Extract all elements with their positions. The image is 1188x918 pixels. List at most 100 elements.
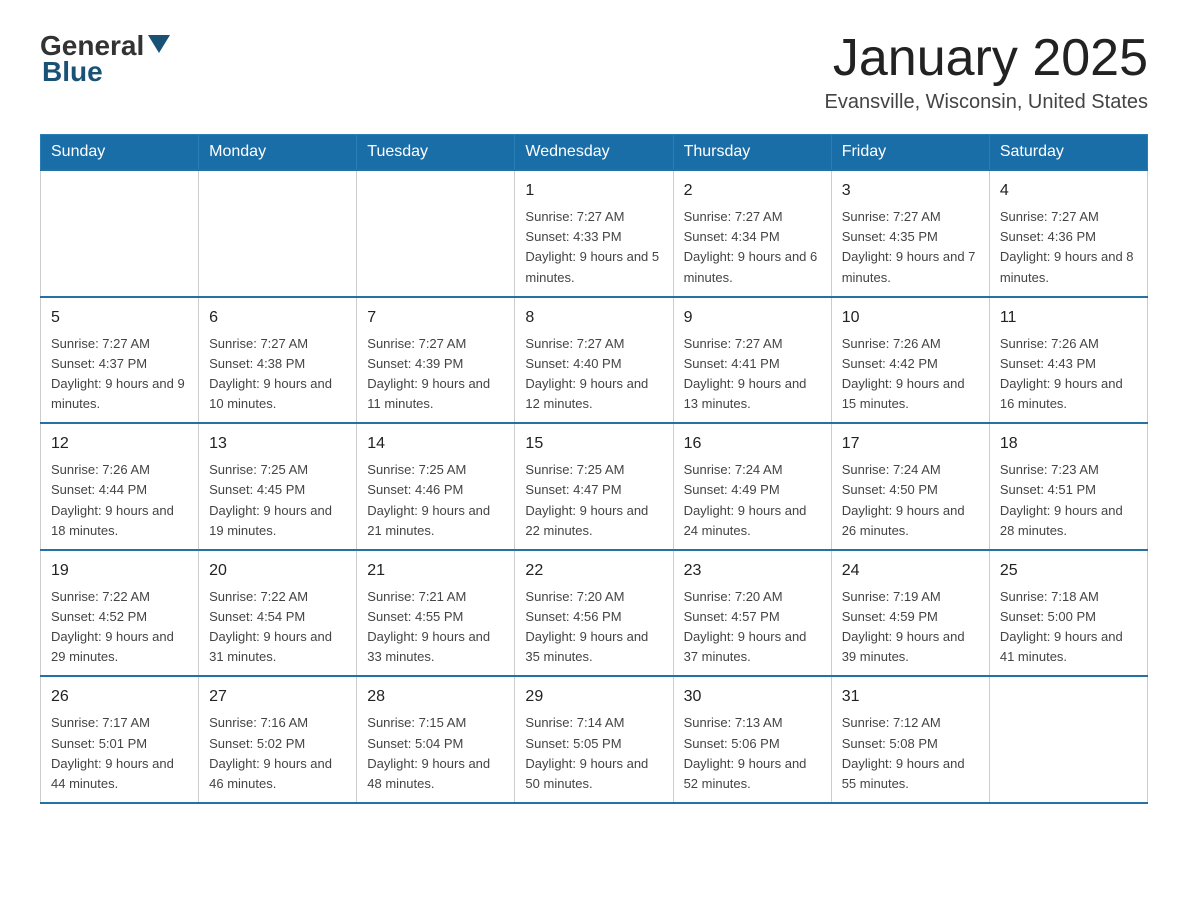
day-info: Sunrise: 7:24 AMSunset: 4:50 PMDaylight:… bbox=[842, 460, 979, 541]
calendar-cell: 8 Sunrise: 7:27 AMSunset: 4:40 PMDaylight… bbox=[515, 297, 673, 424]
calendar-table: SundayMondayTuesdayWednesdayThursdayFrid… bbox=[40, 134, 1148, 804]
calendar-header-row: SundayMondayTuesdayWednesdayThursdayFrid… bbox=[41, 135, 1148, 171]
day-number: 15 bbox=[525, 432, 662, 456]
day-number: 19 bbox=[51, 559, 188, 583]
calendar-cell: 16 Sunrise: 7:24 AMSunset: 4:49 PMDayligh… bbox=[673, 423, 831, 550]
calendar-week-row: 1 Sunrise: 7:27 AMSunset: 4:33 PMDaylight… bbox=[41, 170, 1148, 297]
day-number: 9 bbox=[684, 306, 821, 330]
day-info: Sunrise: 7:23 AMSunset: 4:51 PMDaylight:… bbox=[1000, 460, 1137, 541]
calendar-cell: 18 Sunrise: 7:23 AMSunset: 4:51 PMDayligh… bbox=[989, 423, 1147, 550]
day-info: Sunrise: 7:27 AMSunset: 4:39 PMDaylight:… bbox=[367, 334, 504, 415]
day-of-week-header: Wednesday bbox=[515, 135, 673, 171]
day-info: Sunrise: 7:27 AMSunset: 4:36 PMDaylight:… bbox=[1000, 207, 1137, 288]
calendar-cell: 1 Sunrise: 7:27 AMSunset: 4:33 PMDaylight… bbox=[515, 170, 673, 297]
day-number: 29 bbox=[525, 685, 662, 709]
subtitle: Evansville, Wisconsin, United States bbox=[825, 91, 1148, 114]
calendar-cell: 11Sunrise: 7:26 AMSunset: 4:43 PMDayligh… bbox=[989, 297, 1147, 424]
day-info: Sunrise: 7:27 AMSunset: 4:35 PMDaylight:… bbox=[842, 207, 979, 288]
day-of-week-header: Thursday bbox=[673, 135, 831, 171]
logo: General Blue bbox=[40, 30, 170, 88]
calendar-cell: 9 Sunrise: 7:27 AMSunset: 4:41 PMDaylight… bbox=[673, 297, 831, 424]
calendar-cell: 4 Sunrise: 7:27 AMSunset: 4:36 PMDaylight… bbox=[989, 170, 1147, 297]
day-info: Sunrise: 7:21 AMSunset: 4:55 PMDaylight:… bbox=[367, 587, 504, 668]
day-number: 21 bbox=[367, 559, 504, 583]
day-number: 16 bbox=[684, 432, 821, 456]
calendar-cell: 28Sunrise: 7:15 AMSunset: 5:04 PMDayligh… bbox=[357, 676, 515, 803]
day-number: 11 bbox=[1000, 306, 1137, 330]
calendar-cell: 26 Sunrise: 7:17 AMSunset: 5:01 PMDayligh… bbox=[41, 676, 199, 803]
calendar-cell: 15 Sunrise: 7:25 AMSunset: 4:47 PMDayligh… bbox=[515, 423, 673, 550]
day-info: Sunrise: 7:19 AMSunset: 4:59 PMDaylight:… bbox=[842, 587, 979, 668]
day-number: 5 bbox=[51, 306, 188, 330]
day-info: Sunrise: 7:25 AMSunset: 4:45 PMDaylight:… bbox=[209, 460, 346, 541]
title-block: January 2025 Evansville, Wisconsin, Unit… bbox=[825, 30, 1148, 114]
day-number: 30 bbox=[684, 685, 821, 709]
day-info: Sunrise: 7:27 AMSunset: 4:38 PMDaylight:… bbox=[209, 334, 346, 415]
day-of-week-header: Sunday bbox=[41, 135, 199, 171]
day-info: Sunrise: 7:12 AMSunset: 5:08 PMDaylight:… bbox=[842, 713, 979, 794]
calendar-week-row: 5 Sunrise: 7:27 AMSunset: 4:37 PMDaylight… bbox=[41, 297, 1148, 424]
calendar-cell: 24 Sunrise: 7:19 AMSunset: 4:59 PMDayligh… bbox=[831, 550, 989, 677]
calendar-cell bbox=[41, 170, 199, 297]
day-info: Sunrise: 7:14 AMSunset: 5:05 PMDaylight:… bbox=[525, 713, 662, 794]
page-title: January 2025 bbox=[825, 30, 1148, 87]
calendar-cell: 21 Sunrise: 7:21 AMSunset: 4:55 PMDayligh… bbox=[357, 550, 515, 677]
calendar-cell bbox=[989, 676, 1147, 803]
calendar-cell: 7 Sunrise: 7:27 AMSunset: 4:39 PMDaylight… bbox=[357, 297, 515, 424]
day-info: Sunrise: 7:27 AMSunset: 4:37 PMDaylight:… bbox=[51, 334, 188, 415]
day-number: 1 bbox=[525, 179, 662, 203]
day-info: Sunrise: 7:27 AMSunset: 4:41 PMDaylight:… bbox=[684, 334, 821, 415]
day-number: 24 bbox=[842, 559, 979, 583]
day-info: Sunrise: 7:27 AMSunset: 4:33 PMDaylight:… bbox=[525, 207, 662, 288]
day-info: Sunrise: 7:13 AMSunset: 5:06 PMDaylight:… bbox=[684, 713, 821, 794]
calendar-cell: 5 Sunrise: 7:27 AMSunset: 4:37 PMDaylight… bbox=[41, 297, 199, 424]
day-info: Sunrise: 7:20 AMSunset: 4:56 PMDaylight:… bbox=[525, 587, 662, 668]
day-number: 13 bbox=[209, 432, 346, 456]
day-info: Sunrise: 7:25 AMSunset: 4:47 PMDaylight:… bbox=[525, 460, 662, 541]
day-number: 14 bbox=[367, 432, 504, 456]
logo-blue-text: Blue bbox=[42, 56, 103, 88]
calendar-cell: 2 Sunrise: 7:27 AMSunset: 4:34 PMDaylight… bbox=[673, 170, 831, 297]
calendar-cell: 12 Sunrise: 7:26 AMSunset: 4:44 PMDayligh… bbox=[41, 423, 199, 550]
day-number: 8 bbox=[525, 306, 662, 330]
day-of-week-header: Monday bbox=[199, 135, 357, 171]
day-info: Sunrise: 7:27 AMSunset: 4:34 PMDaylight:… bbox=[684, 207, 821, 288]
day-info: Sunrise: 7:16 AMSunset: 5:02 PMDaylight:… bbox=[209, 713, 346, 794]
day-number: 22 bbox=[525, 559, 662, 583]
calendar-cell: 17 Sunrise: 7:24 AMSunset: 4:50 PMDayligh… bbox=[831, 423, 989, 550]
calendar-cell bbox=[357, 170, 515, 297]
day-number: 6 bbox=[209, 306, 346, 330]
day-number: 27 bbox=[209, 685, 346, 709]
calendar-cell: 14Sunrise: 7:25 AMSunset: 4:46 PMDayligh… bbox=[357, 423, 515, 550]
day-number: 4 bbox=[1000, 179, 1137, 203]
page-header: General Blue January 2025 Evansville, Wi… bbox=[40, 30, 1148, 114]
calendar-cell: 25Sunrise: 7:18 AMSunset: 5:00 PMDayligh… bbox=[989, 550, 1147, 677]
calendar-cell: 27 Sunrise: 7:16 AMSunset: 5:02 PMDayligh… bbox=[199, 676, 357, 803]
calendar-cell: 31Sunrise: 7:12 AMSunset: 5:08 PMDayligh… bbox=[831, 676, 989, 803]
day-number: 7 bbox=[367, 306, 504, 330]
calendar-cell: 30 Sunrise: 7:13 AMSunset: 5:06 PMDayligh… bbox=[673, 676, 831, 803]
day-info: Sunrise: 7:17 AMSunset: 5:01 PMDaylight:… bbox=[51, 713, 188, 794]
day-info: Sunrise: 7:24 AMSunset: 4:49 PMDaylight:… bbox=[684, 460, 821, 541]
calendar-cell: 22 Sunrise: 7:20 AMSunset: 4:56 PMDayligh… bbox=[515, 550, 673, 677]
calendar-cell: 29 Sunrise: 7:14 AMSunset: 5:05 PMDayligh… bbox=[515, 676, 673, 803]
calendar-cell: 23 Sunrise: 7:20 AMSunset: 4:57 PMDayligh… bbox=[673, 550, 831, 677]
day-number: 10 bbox=[842, 306, 979, 330]
day-number: 12 bbox=[51, 432, 188, 456]
day-number: 17 bbox=[842, 432, 979, 456]
day-number: 26 bbox=[51, 685, 188, 709]
calendar-cell: 6 Sunrise: 7:27 AMSunset: 4:38 PMDaylight… bbox=[199, 297, 357, 424]
calendar-week-row: 19 Sunrise: 7:22 AMSunset: 4:52 PMDayligh… bbox=[41, 550, 1148, 677]
calendar-cell bbox=[199, 170, 357, 297]
day-number: 23 bbox=[684, 559, 821, 583]
day-info: Sunrise: 7:26 AMSunset: 4:44 PMDaylight:… bbox=[51, 460, 188, 541]
day-info: Sunrise: 7:27 AMSunset: 4:40 PMDaylight:… bbox=[525, 334, 662, 415]
day-number: 3 bbox=[842, 179, 979, 203]
calendar-week-row: 12 Sunrise: 7:26 AMSunset: 4:44 PMDayligh… bbox=[41, 423, 1148, 550]
day-info: Sunrise: 7:20 AMSunset: 4:57 PMDaylight:… bbox=[684, 587, 821, 668]
day-info: Sunrise: 7:15 AMSunset: 5:04 PMDaylight:… bbox=[367, 713, 504, 794]
day-number: 2 bbox=[684, 179, 821, 203]
logo-arrow-icon bbox=[148, 35, 170, 57]
day-number: 18 bbox=[1000, 432, 1137, 456]
day-info: Sunrise: 7:22 AMSunset: 4:52 PMDaylight:… bbox=[51, 587, 188, 668]
